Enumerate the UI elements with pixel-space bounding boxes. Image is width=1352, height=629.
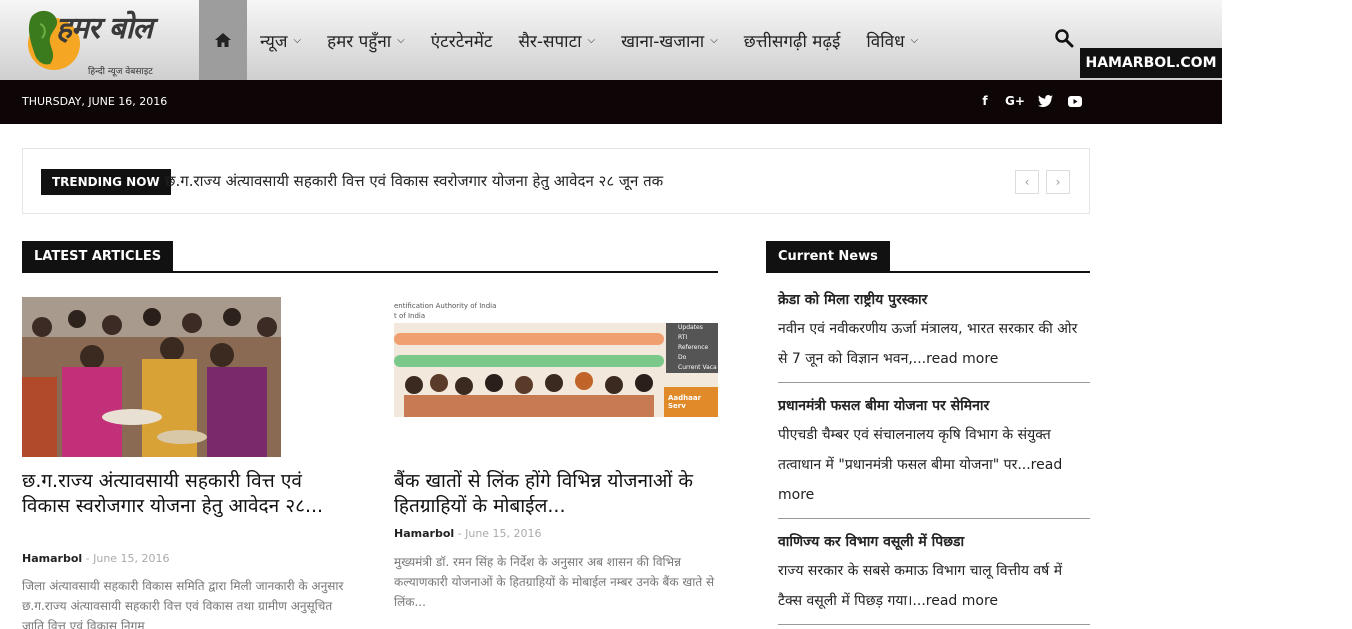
article-author[interactable]: Hamarbol bbox=[394, 527, 454, 540]
trending-next-button[interactable]: › bbox=[1046, 170, 1070, 194]
image-caption-line1: entification Authority of India bbox=[394, 302, 497, 310]
news-title[interactable]: प्रधानमंत्री फसल बीमा योजना पर सेमिनार bbox=[778, 396, 1090, 416]
nav-item-news[interactable]: न्यूज ⌵ bbox=[260, 29, 301, 52]
site-logo[interactable]: हमर बोल हिन्दी न्यूज वेबसाइट bbox=[22, 4, 192, 77]
current-date: THURSDAY, JUNE 16, 2016 bbox=[22, 95, 168, 108]
current-news-title: Current News bbox=[766, 241, 890, 271]
top-bar: THURSDAY, JUNE 16, 2016 f G+ bbox=[0, 80, 1222, 124]
crowd-photo bbox=[22, 297, 281, 457]
domain-badge: HAMARBOL.COM bbox=[1080, 48, 1222, 78]
chevron-down-icon: ⌵ bbox=[910, 34, 919, 46]
chevron-left-icon: ‹ bbox=[1024, 175, 1030, 189]
chevron-down-icon: ⌵ bbox=[293, 34, 302, 46]
divider bbox=[778, 382, 1090, 383]
chevron-down-icon: ⌵ bbox=[587, 34, 596, 46]
home-button[interactable] bbox=[199, 0, 247, 80]
facebook-icon[interactable]: f bbox=[976, 92, 994, 110]
nav-item-hamar-pahuna[interactable]: हमर पहुँना ⌵ bbox=[327, 29, 405, 52]
chevron-down-icon: ⌵ bbox=[397, 34, 405, 46]
site-header: हमर बोल हिन्दी न्यूज वेबसाइट न्यूज ⌵ हमर … bbox=[0, 0, 1222, 80]
article-excerpt: मुख्यमंत्री डॉ. रमन सिंह के निर्देश के अ… bbox=[394, 555, 715, 609]
search-button[interactable] bbox=[1054, 28, 1076, 50]
news-item: क्रेडा को मिला राष्ट्रीय पुरस्कार नवीन ए… bbox=[778, 290, 1090, 374]
article-meta: Hamarbol - June 15, 2016 bbox=[394, 527, 542, 540]
trending-prev-button[interactable]: ‹ bbox=[1015, 170, 1039, 194]
chevron-right-icon: › bbox=[1055, 175, 1061, 189]
news-item: वाणिज्य कर विभाग वसूली में पिछडा राज्य स… bbox=[778, 532, 1090, 616]
meta-separator: - bbox=[85, 552, 94, 565]
article-date: June 15, 2016 bbox=[465, 527, 542, 540]
news-text[interactable]: पीएचडी चैम्बर एवं संचालनालय कृषि विभाग क… bbox=[778, 420, 1090, 510]
article-title[interactable]: बैंक खातों से लिंक होंगे विभिन्न योजनाओं… bbox=[394, 469, 718, 519]
nav-item-sair-sapata[interactable]: सैर-सपाटा ⌵ bbox=[518, 29, 595, 52]
youtube-icon[interactable] bbox=[1066, 92, 1084, 110]
meta-separator: - bbox=[457, 527, 466, 540]
article-meta: Hamarbol - June 15, 2016 bbox=[22, 552, 170, 565]
news-title[interactable]: वाणिज्य कर विभाग वसूली में पिछडा bbox=[778, 532, 1090, 552]
article-title[interactable]: छ.ग.राज्य अंत्यावसायी सहकारी वित्त एवं व… bbox=[22, 469, 352, 519]
banner-label: Aadhaar Serv bbox=[668, 394, 702, 410]
nav-item-entertainment[interactable]: एंटरटेनमेंट bbox=[431, 29, 493, 52]
nav-item-vividh[interactable]: विविध ⌵ bbox=[866, 29, 918, 52]
article-author[interactable]: Hamarbol bbox=[22, 552, 82, 565]
current-news-header: Current News bbox=[766, 241, 1090, 273]
news-text[interactable]: नवीन एवं नवीकरणीय ऊर्जा मंत्रालय, भारत स… bbox=[778, 314, 1090, 374]
logo-title: हमर बोल bbox=[56, 11, 153, 46]
logo-subtitle: हिन्दी न्यूज वेबसाइट bbox=[88, 67, 153, 77]
divider bbox=[778, 624, 1090, 625]
trending-label: TRENDING NOW bbox=[41, 169, 171, 195]
home-icon bbox=[215, 33, 231, 47]
search-icon bbox=[1055, 29, 1074, 48]
divider bbox=[778, 518, 1090, 519]
nav-item-khana-khajana[interactable]: खाना-खजाना ⌵ bbox=[621, 29, 718, 52]
image-caption-line2: t of India bbox=[394, 312, 426, 320]
latest-articles-header: LATEST ARTICLES bbox=[22, 241, 718, 273]
news-title[interactable]: क्रेडा को मिला राष्ट्रीय पुरस्कार bbox=[778, 290, 1090, 310]
twitter-icon[interactable] bbox=[1036, 92, 1054, 110]
article-thumbnail[interactable]: entification Authority of India t of Ind… bbox=[394, 297, 718, 417]
trending-bar: TRENDING NOW छ.ग.राज्य अंत्यावसायी सहकार… bbox=[22, 148, 1090, 214]
news-text[interactable]: राज्य सरकार के सबसे कमाऊ विभाग चालू वित्… bbox=[778, 556, 1090, 616]
article-thumbnail[interactable] bbox=[22, 297, 281, 457]
main-nav: न्यूज ⌵ हमर पहुँना ⌵ एंटरटेनमेंट सैर-सपाटा… bbox=[247, 0, 931, 80]
chevron-down-icon: ⌵ bbox=[710, 34, 718, 46]
nav-item-chhattisgarhi-madhai[interactable]: छत्तीसगढ़ी मढ़ई bbox=[744, 29, 841, 52]
article-excerpt: जिला अंत्यावसायी सहकारी विकास समिति द्वा… bbox=[22, 579, 344, 629]
news-item: प्रधानमंत्री फसल बीमा योजना पर सेमिनार प… bbox=[778, 396, 1090, 510]
social-links: f G+ bbox=[976, 92, 1084, 110]
google-plus-icon[interactable]: G+ bbox=[1005, 92, 1025, 110]
banner-menu: Updates RTI Reference Do Current Vaca bbox=[678, 324, 717, 371]
article-date: June 15, 2016 bbox=[93, 552, 170, 565]
trending-headline[interactable]: छ.ग.राज्य अंत्यावसायी सहकारी वित्त एवं व… bbox=[165, 171, 663, 191]
latest-articles-title: LATEST ARTICLES bbox=[22, 241, 174, 271]
